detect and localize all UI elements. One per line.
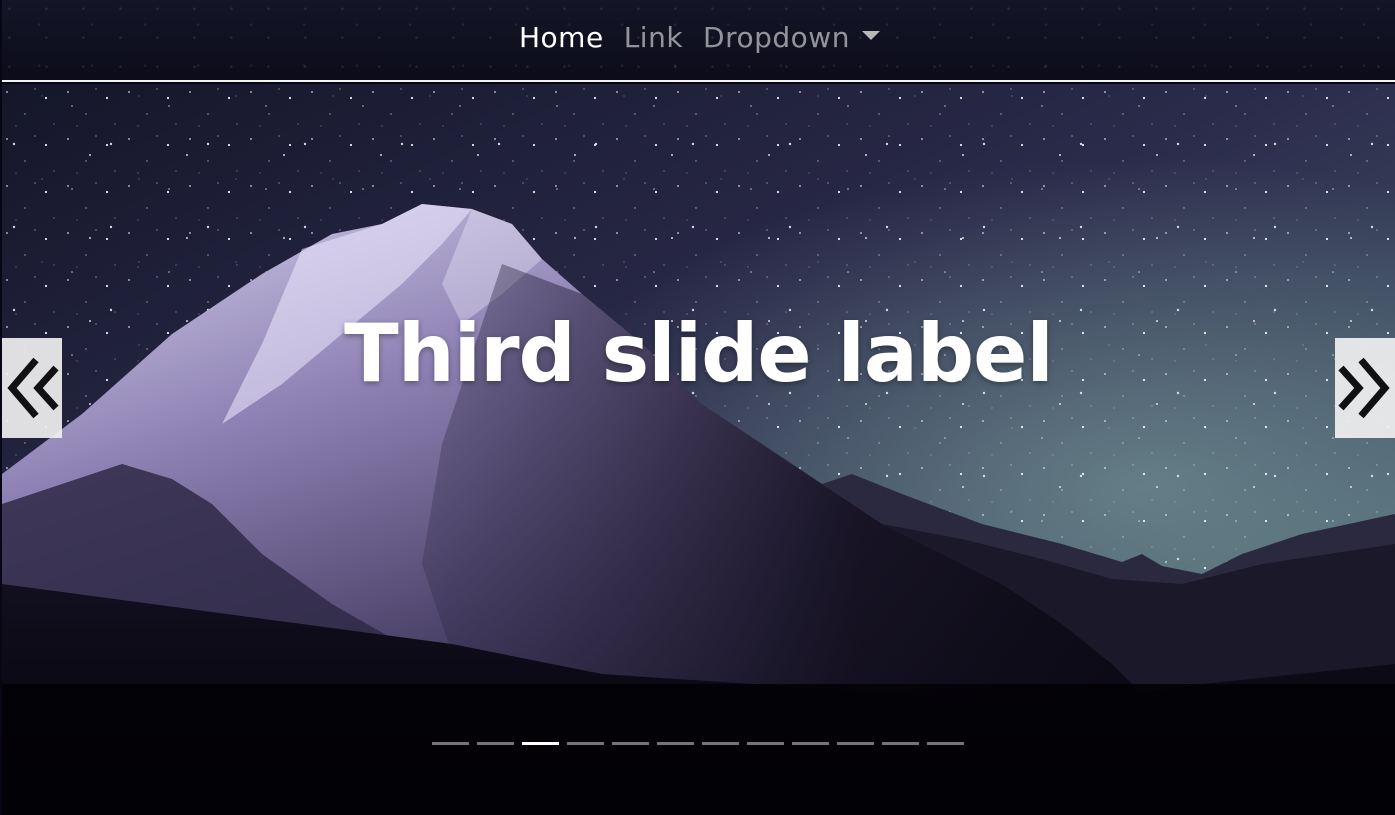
carousel-next-button[interactable]	[1335, 338, 1395, 438]
caret-down-icon	[861, 30, 880, 40]
nav-home-label: Home	[519, 21, 604, 54]
carousel-indicator-7[interactable]	[702, 742, 739, 745]
nav-link-link[interactable]: Link	[624, 18, 683, 58]
chevron-double-left-icon	[4, 352, 60, 424]
carousel-indicator-1[interactable]	[432, 742, 469, 745]
chevron-double-right-icon	[1337, 352, 1393, 424]
slide-image	[2, 84, 1395, 815]
carousel-indicator-9[interactable]	[792, 742, 829, 745]
nav-dropdown-label: Dropdown	[703, 21, 850, 54]
carousel-indicator-8[interactable]	[747, 742, 784, 745]
navbar: Home Link Dropdown	[2, 0, 1395, 82]
carousel-indicator-2[interactable]	[477, 742, 514, 745]
carousel-indicator-10[interactable]	[837, 742, 874, 745]
carousel-indicator-5[interactable]	[612, 742, 649, 745]
nav-link-label: Link	[623, 21, 684, 54]
carousel-indicator-4[interactable]	[567, 742, 604, 745]
carousel-caption: Third slide label	[344, 306, 1054, 400]
carousel-indicator-12[interactable]	[927, 742, 964, 745]
nav-list: Home Link Dropdown	[519, 18, 880, 58]
page: Home Link Dropdown Third slide label	[0, 0, 1395, 815]
nav-home-link[interactable]: Home	[519, 18, 604, 58]
carousel-prev-button[interactable]	[2, 338, 62, 438]
nav-dropdown-toggle[interactable]: Dropdown	[703, 18, 880, 58]
carousel-indicator-3[interactable]	[522, 742, 559, 745]
carousel: Third slide label	[2, 84, 1395, 815]
carousel-indicator-6[interactable]	[657, 742, 694, 745]
carousel-indicators	[432, 742, 964, 745]
carousel-indicator-11[interactable]	[882, 742, 919, 745]
